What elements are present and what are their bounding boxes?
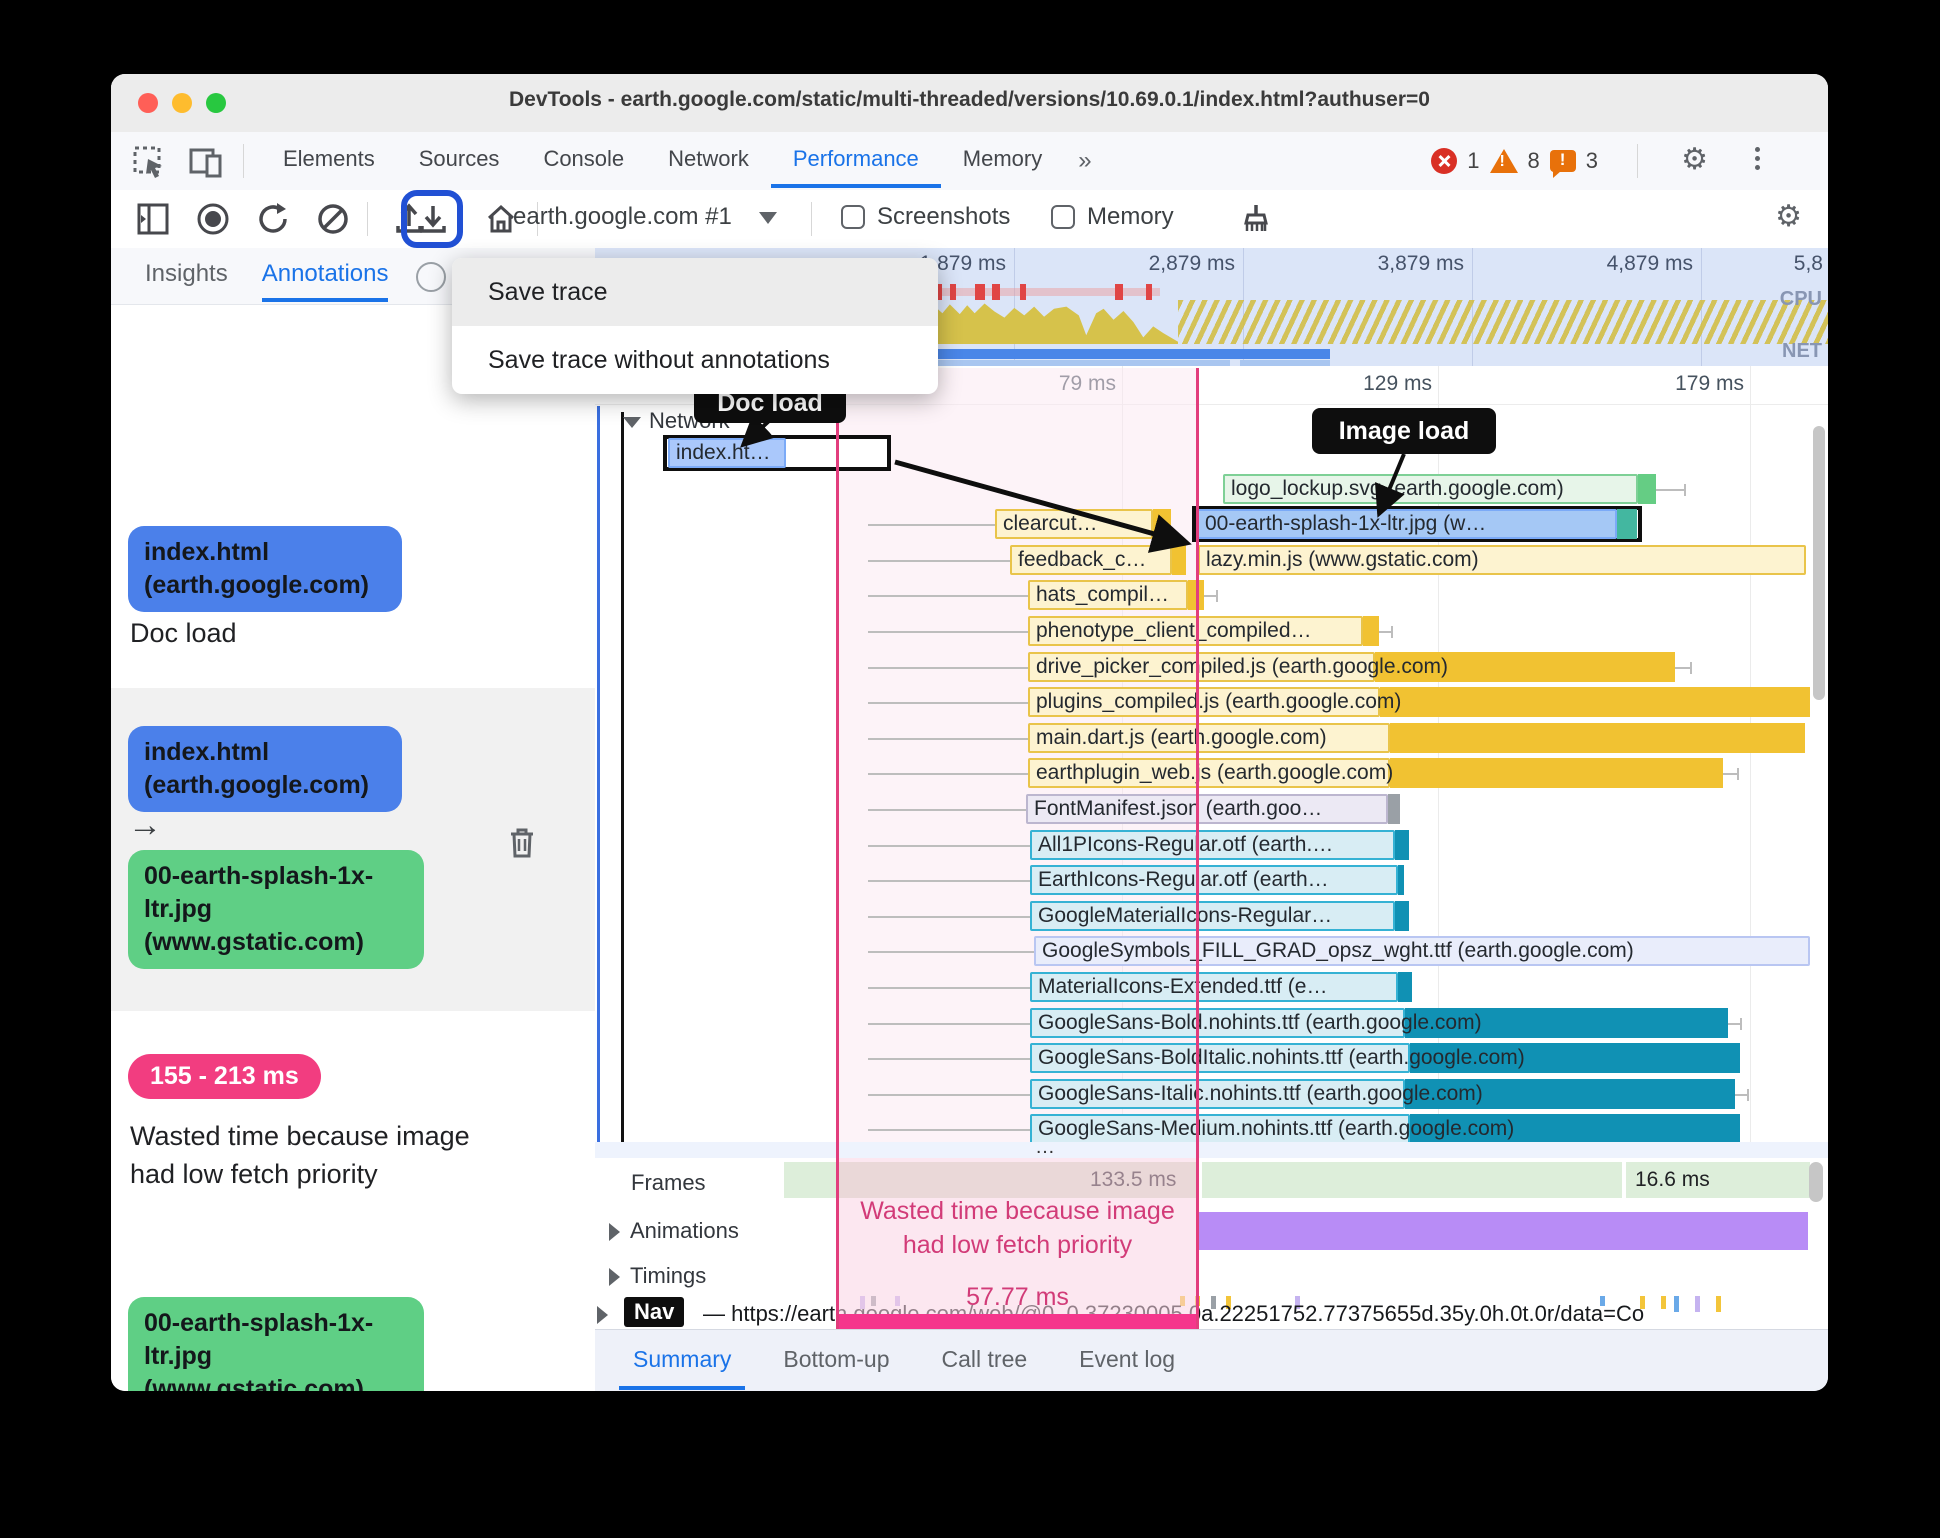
settings-gear-icon[interactable]: ⚙ [1681, 145, 1708, 175]
error-badge-icon[interactable] [1431, 148, 1458, 174]
range-pill: 155 - 213 ms [128, 1054, 321, 1099]
frames-track[interactable]: Frames 133.5 ms 16.6 ms [595, 1158, 1828, 1207]
expand-triangle-icon[interactable] [597, 1306, 608, 1324]
download-highlight-ring [401, 190, 463, 248]
issues-count: 3 [1585, 148, 1598, 173]
tab-memory[interactable]: Memory [941, 134, 1064, 188]
history-caret-icon [759, 212, 777, 224]
annotation-card-link[interactable]: index.html (earth.google.com) → 00-earth… [111, 688, 595, 1011]
devtools-window: DevTools - earth.google.com/static/multi… [111, 74, 1828, 1391]
memory-label: Memory [1087, 203, 1174, 230]
toolbar-divider [243, 144, 244, 178]
tab-network[interactable]: Network [646, 134, 771, 188]
nav-track[interactable]: Nav — https://earth.google.com/web/@0..0… [595, 1296, 1828, 1329]
timings-track[interactable]: Timings [595, 1254, 1828, 1297]
more-tabs-icon[interactable]: » [1064, 147, 1105, 175]
delete-annotation-icon[interactable] [503, 824, 541, 862]
expand-triangle-icon[interactable] [609, 1223, 620, 1242]
annotation-label: Wasted time because image had low fetch … [130, 1121, 470, 1189]
detail-tab-event-log[interactable]: Event log [1065, 1332, 1189, 1390]
wasted-time-text: Wasted time because image had low fetch … [860, 1197, 1175, 1259]
annotations-sidebar: Insights Annotations index.html (earth.go… [111, 248, 596, 1391]
inspect-element-icon[interactable] [133, 146, 167, 180]
track-scrollbar[interactable] [1809, 1162, 1823, 1202]
annotations-count-badge [416, 262, 446, 292]
sidebar-tab-annotations[interactable]: Annotations [261, 250, 389, 302]
tab-console[interactable]: Console [521, 134, 646, 188]
animations-track[interactable]: Animations [595, 1206, 1828, 1255]
tab-performance[interactable]: Performance [770, 134, 941, 188]
devtools-tabbar: Elements Sources Console Network Performance… [111, 132, 1828, 191]
menu-item-save-trace[interactable]: Save trace [452, 258, 938, 326]
titlebar: DevTools - earth.google.com/static/multi… [111, 74, 1828, 133]
kebab-menu-icon[interactable] [1747, 147, 1768, 170]
vertical-scrollbar[interactable] [1813, 426, 1825, 700]
history-select[interactable]: earth.google.com #1 [513, 203, 732, 231]
error-count: 1 [1467, 148, 1480, 173]
entry-pill: 00-earth-splash-1x-ltr.jpg (www.gstatic.… [128, 1297, 424, 1391]
detail-tabs: Summary Bottom-up Call tree Event log [595, 1329, 1828, 1391]
detail-tab-bottom-up[interactable]: Bottom-up [769, 1332, 903, 1390]
nav-marker [1674, 1296, 1679, 1312]
tab-sources[interactable]: Sources [397, 134, 522, 188]
reload-record-icon[interactable] [255, 201, 291, 237]
detail-tab-call-tree[interactable]: Call tree [928, 1332, 1042, 1390]
record-icon[interactable] [195, 201, 231, 237]
save-trace-menu: Save trace Save trace without annotations [452, 258, 938, 394]
nav-badge: Nav [624, 1297, 685, 1327]
detail-tab-summary[interactable]: Summary [619, 1332, 746, 1390]
screenshots-label: Screenshots [877, 203, 1011, 230]
screenshots-option: Screenshots [841, 203, 1010, 231]
memory-option: Memory [1051, 203, 1174, 231]
clear-icon[interactable] [315, 201, 351, 237]
screenshot-canvas: DevTools - earth.google.com/static/multi… [0, 0, 1940, 1538]
toolbar-divider [367, 202, 368, 236]
wasted-time-overlay: Wasted time because image had low fetch … [836, 1158, 1199, 1329]
memory-checkbox[interactable] [1051, 205, 1075, 229]
animations-track-label: Animations [609, 1218, 739, 1244]
animations-bar [1196, 1212, 1808, 1250]
wasted-time-bar [839, 1314, 1196, 1329]
nav-marker [1716, 1296, 1721, 1312]
device-toolbar-icon[interactable] [189, 146, 225, 180]
warning-badge-icon[interactable] [1489, 149, 1518, 173]
panel-tabs: Elements Sources Console Network Performance… [261, 132, 1106, 190]
entry-pill: index.html (earth.google.com) [128, 726, 402, 812]
wasted-time-duration: 57.77 ms [966, 1283, 1069, 1311]
frames-track-label: Frames [631, 1170, 706, 1195]
toolbar-divider [1637, 144, 1638, 178]
toolbar-divider [811, 202, 812, 236]
menu-item-save-trace-without-annotations[interactable]: Save trace without annotations [452, 326, 938, 394]
expand-triangle-icon[interactable] [609, 1268, 620, 1287]
image-load-annotation-label[interactable]: Image load [1312, 408, 1496, 454]
capture-settings-gear-icon[interactable]: ⚙ [1775, 202, 1802, 232]
screenshots-checkbox[interactable] [841, 205, 865, 229]
frame-duration: 16.6 ms [1635, 1168, 1710, 1191]
toggle-sidebar-icon[interactable] [135, 201, 171, 237]
timings-track-label: Timings [609, 1263, 706, 1289]
link-arrow-icon: → [128, 806, 162, 844]
nav-marker [1695, 1296, 1700, 1312]
warning-count: 8 [1527, 148, 1540, 173]
gc-broom-icon[interactable] [1236, 201, 1272, 237]
status-badges: 1 8 3 [1431, 132, 1598, 190]
window-title: DevTools - earth.google.com/static/multi… [509, 88, 1430, 111]
annotation-label: Doc load [130, 618, 237, 648]
entry-pill: 00-earth-splash-1x-ltr.jpg (www.gstatic.… [128, 850, 424, 969]
issues-badge-icon[interactable] [1549, 150, 1576, 178]
tab-elements[interactable]: Elements [261, 134, 397, 188]
performance-toolbar: earth.google.com #1 Screenshots Memory ⚙ [111, 190, 1828, 249]
timeline-panel: 1,879 ms 2,879 ms 3,879 ms 4,879 ms 5,8 CPU … [595, 248, 1828, 1329]
nav-marker [1661, 1296, 1666, 1309]
entry-pill: index.html (earth.google.com) [128, 526, 402, 612]
sidebar-tab-insights[interactable]: Insights [145, 250, 228, 302]
